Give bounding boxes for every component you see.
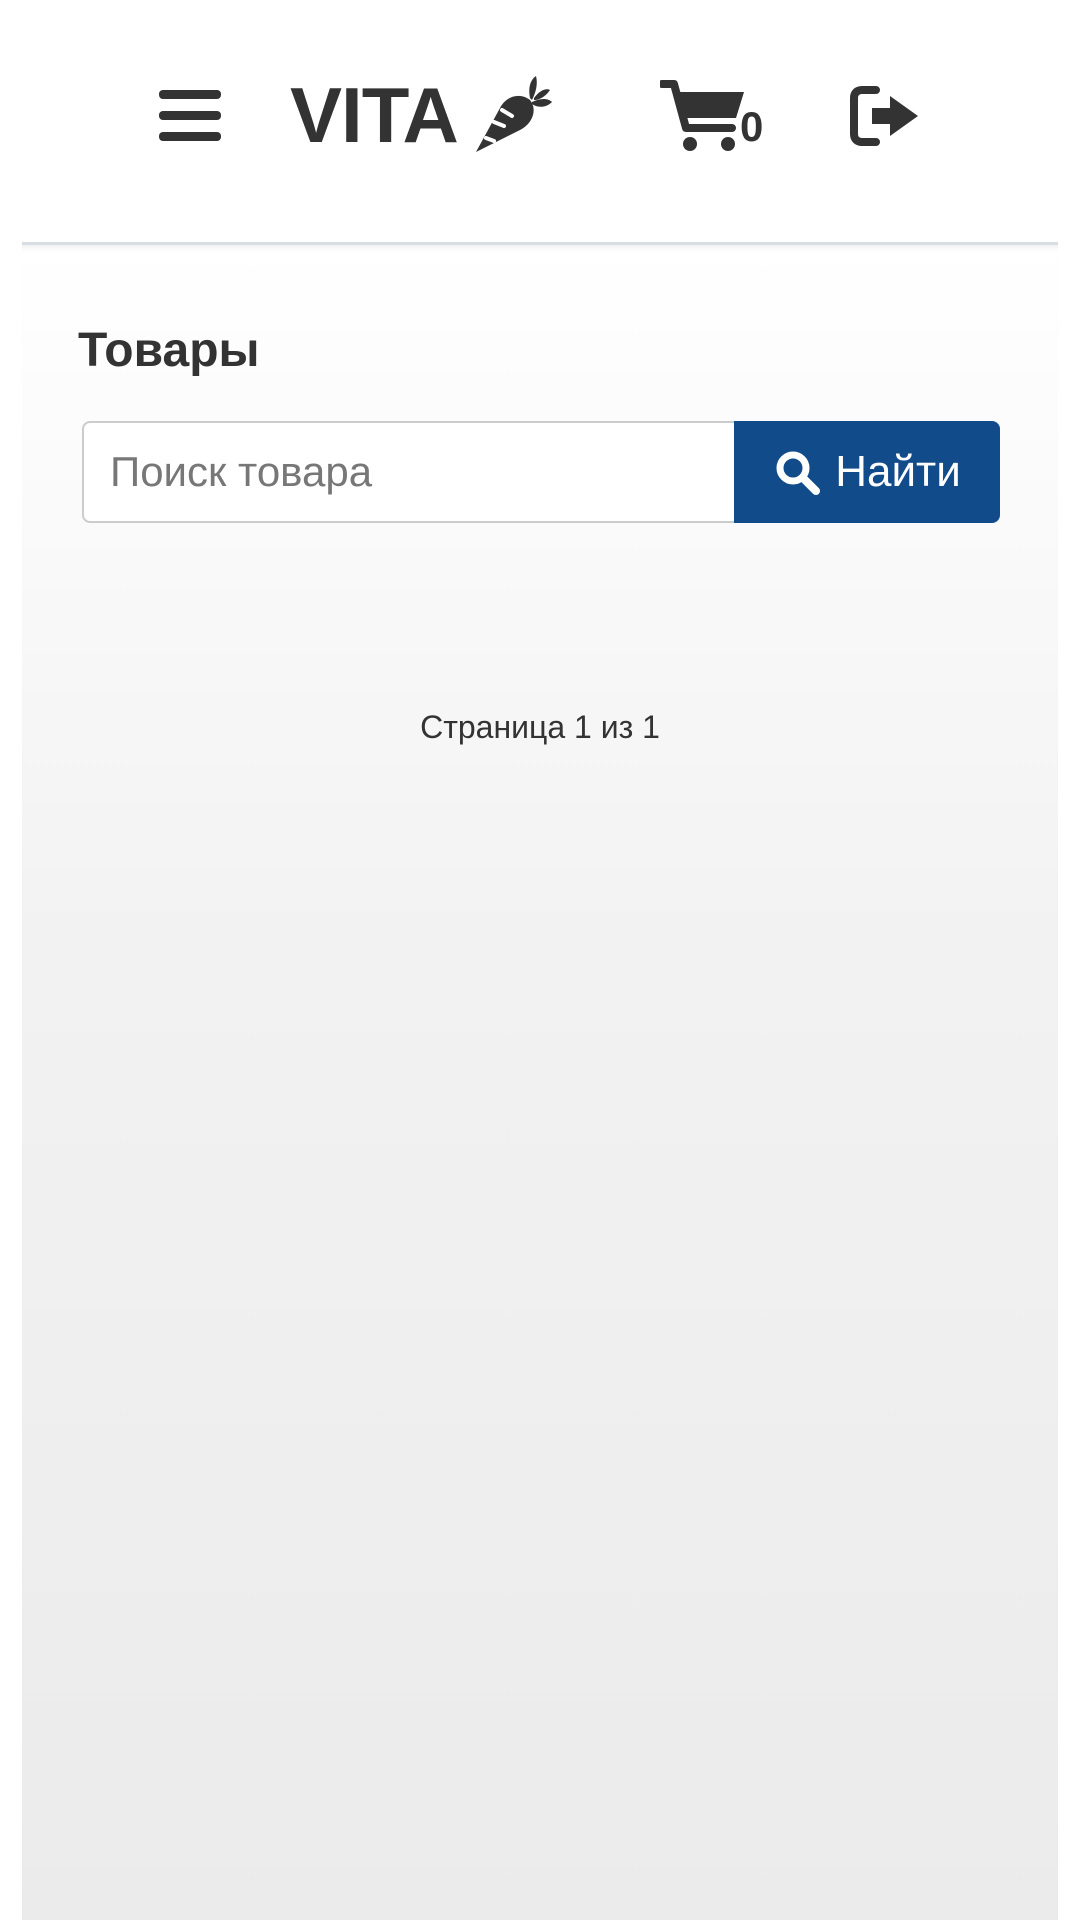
carrot-icon (475, 76, 552, 152)
content-panel: Товары Найти Страница 1 из 1 (22, 242, 1058, 1920)
page-title: Товары (78, 324, 260, 377)
page: VITA 0 Товары Поиск товара Найти Страниц… (0, 0, 1080, 1920)
menu-button[interactable] (150, 78, 230, 154)
cart-count-badge: 0 (740, 103, 764, 150)
cart-button[interactable]: 0 (660, 76, 763, 156)
sign-out-icon (850, 86, 918, 146)
search-input[interactable] (82, 421, 734, 523)
logo-text: VITA (290, 71, 459, 159)
pagination-info: Страница 1 из 1 (420, 709, 660, 745)
search-icon (773, 448, 821, 496)
search-button-label: Найти (835, 447, 961, 496)
shopping-cart-icon (660, 80, 744, 151)
brand-logo[interactable]: VITA (290, 70, 552, 160)
search-button[interactable]: Найти (734, 421, 1000, 523)
search-form: Найти (82, 421, 1000, 523)
top-navbar: VITA 0 (0, 0, 1080, 242)
hamburger-menu-icon (159, 90, 221, 141)
logout-button[interactable] (848, 78, 924, 154)
